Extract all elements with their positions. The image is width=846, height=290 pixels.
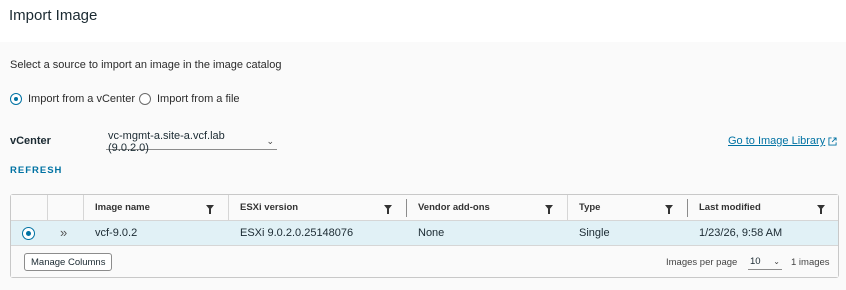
table-row[interactable]: » vcf-9.0.2 ESXi 9.0.2.0.25148076 None S…: [11, 221, 838, 246]
vcenter-select[interactable]: vc-mgmt-a.site-a.vcf.lab (9.0.2.0) ⌄: [106, 130, 277, 154]
column-separator: [47, 195, 48, 221]
per-page-label: Images per page: [666, 257, 738, 268]
radio-import-file[interactable]: Import from a file: [139, 93, 240, 105]
column-separator: [83, 195, 84, 221]
item-count: 1 images: [791, 257, 830, 268]
image-library-link-text: Go to Image Library: [728, 135, 826, 147]
refresh-button[interactable]: REFRESH: [10, 165, 62, 176]
filter-icon[interactable]: [545, 205, 553, 214]
source-prompt: Select a source to import an image in th…: [10, 59, 282, 71]
go-to-image-library-link[interactable]: Go to Image Library: [728, 135, 837, 147]
page-title: Import Image: [9, 7, 98, 24]
filter-icon[interactable]: [206, 205, 214, 214]
filter-icon[interactable]: [817, 205, 825, 214]
radio-vcenter-label: Import from a vCenter: [28, 93, 135, 105]
vcenter-select-value: vc-mgmt-a.site-a.vcf.lab (9.0.2.0): [108, 129, 225, 154]
chevron-down-icon: ⌄: [773, 257, 780, 266]
column-resize-handle[interactable]: [687, 199, 688, 217]
per-page-value: 10: [750, 256, 761, 267]
column-separator: [228, 195, 229, 221]
column-resize-handle[interactable]: [406, 199, 407, 217]
datagrid-header: Image name ESXi version Vendor add-ons T…: [11, 195, 838, 221]
cell-esxi-version: ESXi 9.0.2.0.25148076: [240, 227, 354, 239]
cell-vendor-addons: None: [418, 227, 445, 239]
vcenter-label: vCenter: [10, 135, 51, 147]
radio-vcenter-indicator[interactable]: [10, 93, 22, 105]
row-select-radio[interactable]: [22, 227, 35, 240]
column-header-last-modified[interactable]: Last modified: [699, 202, 761, 213]
datagrid-footer: Manage Columns Images per page 10 ⌄ 1 im…: [11, 246, 838, 277]
external-link-icon: [828, 136, 837, 146]
image-datagrid: Image name ESXi version Vendor add-ons T…: [10, 194, 839, 278]
column-header-image-name[interactable]: Image name: [95, 202, 150, 213]
column-header-esxi-version[interactable]: ESXi version: [240, 202, 298, 213]
cell-last-modified: 1/23/26, 9:58 AM: [699, 227, 783, 239]
chevron-down-icon: ⌄: [266, 136, 274, 146]
filter-icon[interactable]: [665, 205, 673, 214]
expand-row-icon[interactable]: »: [60, 225, 67, 240]
radio-file-label: Import from a file: [157, 93, 240, 105]
cell-type: Single: [579, 227, 610, 239]
cell-image-name: vcf-9.0.2: [95, 227, 138, 239]
column-header-type[interactable]: Type: [579, 202, 600, 213]
page-header: Import Image: [0, 0, 846, 42]
radio-file-indicator[interactable]: [139, 93, 151, 105]
per-page-select[interactable]: 10 ⌄: [748, 254, 782, 270]
column-separator: [567, 195, 568, 221]
manage-columns-button[interactable]: Manage Columns: [24, 253, 113, 271]
column-header-vendor-addons[interactable]: Vendor add-ons: [418, 202, 490, 213]
filter-icon[interactable]: [384, 205, 392, 214]
radio-import-vcenter[interactable]: Import from a vCenter: [10, 93, 135, 105]
